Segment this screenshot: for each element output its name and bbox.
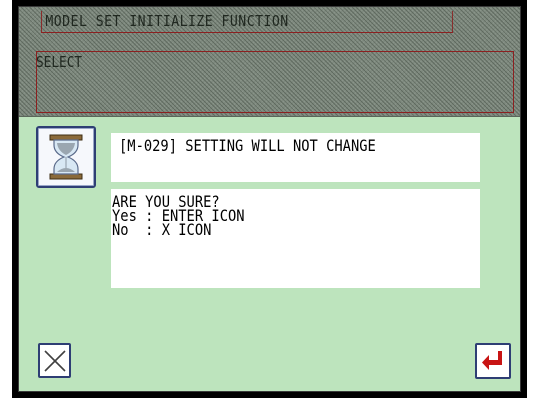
device-frame: MODEL SET INITIALIZE FUNCTION SELECT [M-… bbox=[12, 0, 527, 398]
disabled-background-area: MODEL SET INITIALIZE FUNCTION SELECT bbox=[19, 7, 520, 117]
select-label: SELECT bbox=[36, 53, 83, 71]
screen-title: MODEL SET INITIALIZE FUNCTION bbox=[41, 11, 453, 33]
confirm-no-hint: No : X ICON bbox=[112, 220, 212, 239]
enter-return-icon bbox=[482, 351, 502, 370]
error-message: [M-029] SETTING WILL NOT CHANGE bbox=[119, 136, 376, 155]
hourglass-icon-button bbox=[36, 126, 96, 188]
select-box bbox=[36, 51, 514, 113]
lcd-screen: MODEL SET INITIALIZE FUNCTION SELECT [M-… bbox=[18, 6, 521, 392]
enter-button[interactable] bbox=[475, 343, 511, 379]
hourglass-icon bbox=[49, 134, 83, 180]
close-x-icon bbox=[44, 350, 66, 372]
cancel-button[interactable] bbox=[38, 343, 71, 378]
